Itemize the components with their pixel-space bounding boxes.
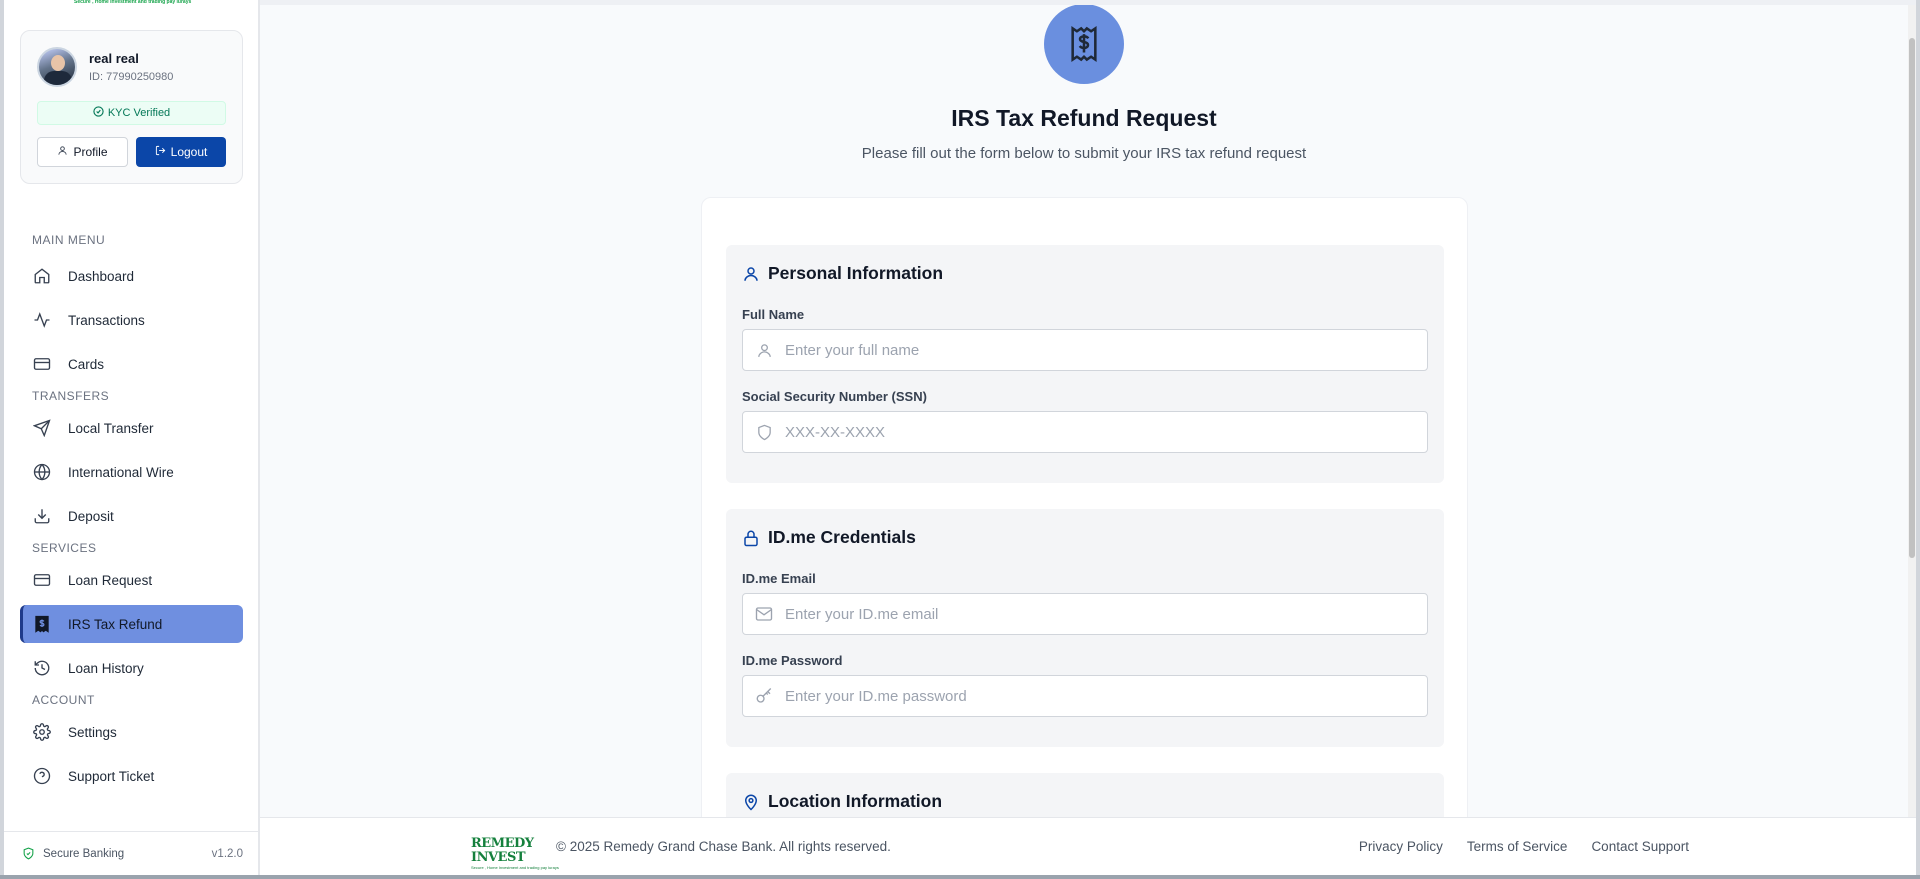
personal-info-title: Personal Information [742, 263, 943, 284]
idme-email-field[interactable] [742, 593, 1428, 635]
sidebar-item-label: Loan Request [68, 572, 153, 588]
full-name-field[interactable] [742, 329, 1428, 371]
map-pin-icon [742, 793, 760, 811]
kyc-label: KYC Verified [107, 107, 171, 119]
receipt-icon [1044, 5, 1124, 84]
user-card: real real ID: 77990250980 KYC Verified P… [20, 30, 243, 184]
footer-logo-word: REMEDY INVEST [471, 836, 534, 865]
idme-password-label: ID.me Password [742, 653, 843, 668]
personal-info-section: Personal Information Full Name Social Se… [726, 245, 1444, 483]
lock-icon [742, 529, 760, 547]
full-name-input[interactable] [785, 341, 1427, 359]
idme-email-label: ID.me Email [742, 571, 816, 586]
sidebar-item-dashboard[interactable]: Dashboard [20, 257, 243, 295]
idme-credentials-title: ID.me Credentials [742, 527, 916, 548]
credit-card-icon [32, 354, 52, 374]
sidebar-item-label: Settings [68, 724, 117, 740]
sidebar-item-label: Cards [68, 356, 105, 372]
user-icon [57, 145, 68, 159]
history-icon [32, 658, 52, 678]
sidebar-item-label: IRS Tax Refund [68, 616, 163, 632]
key-icon [755, 687, 773, 705]
page-title: IRS Tax Refund Request [951, 105, 1217, 131]
sidebar-item-label: Dashboard [68, 268, 135, 284]
sidebar-item-deposit[interactable]: Deposit [20, 497, 243, 535]
main-menu-heading: MAIN MENU [32, 233, 106, 247]
main-content: IRS Tax Refund Request Please fill out t… [260, 0, 1916, 817]
full-name-label: Full Name [742, 307, 805, 322]
location-info-title: Location Information [742, 791, 942, 812]
sidebar-item-support-ticket[interactable]: Support Ticket [20, 757, 243, 795]
globe-icon [32, 462, 52, 482]
footer-links: Privacy Policy Terms of Service Contact … [1359, 839, 1689, 854]
idme-password-field[interactable] [742, 675, 1428, 717]
sidebar-item-irs-tax-refund[interactable]: IRS Tax Refund [20, 605, 243, 643]
home-icon [32, 266, 52, 286]
contact-support-link[interactable]: Contact Support [1591, 839, 1689, 854]
ssn-label: Social Security Number (SSN) [742, 389, 927, 404]
user-name: real real [89, 51, 139, 66]
transfers-heading: TRANSFERS [32, 389, 110, 403]
refund-form: Personal Information Full Name Social Se… [701, 197, 1468, 817]
shield-icon [755, 423, 773, 441]
sidebar-item-label: Loan History [68, 660, 144, 676]
sidebar-item-local-transfer[interactable]: Local Transfer [20, 409, 243, 447]
brand-tagline: Secure , Home Investment and trading pay… [74, 0, 192, 5]
version-label: v1.2.0 [211, 847, 243, 860]
secure-banking-label: Secure Banking [43, 847, 125, 860]
sidebar-item-loan-history[interactable]: Loan History [20, 649, 243, 687]
mail-icon [755, 605, 773, 623]
user-id: ID: 77990250980 [89, 71, 174, 83]
sidebar: Secure , Home Investment and trading pay… [4, 0, 259, 875]
page-subtitle: Please fill out the form below to submit… [861, 145, 1307, 162]
page-footer: REMEDY INVEST Secure , Home Investment a… [260, 817, 1916, 875]
terms-of-service-link[interactable]: Terms of Service [1467, 839, 1568, 854]
footer-logo[interactable]: REMEDY INVEST Secure , Home Investment a… [471, 837, 559, 871]
sidebar-item-label: Transactions [68, 312, 145, 328]
sidebar-item-label: Deposit [68, 508, 114, 524]
download-icon [32, 506, 52, 526]
account-heading: ACCOUNT [32, 693, 95, 707]
services-heading: SERVICES [32, 541, 97, 555]
logout-label: Logout [170, 145, 208, 159]
brand-logo[interactable]: Secure , Home Investment and trading pay… [74, 0, 214, 5]
idme-email-input[interactable] [785, 605, 1427, 623]
help-circle-icon [32, 766, 52, 786]
shield-check-icon [22, 847, 35, 860]
gear-icon [32, 722, 52, 742]
scrollbar-thumb[interactable] [1909, 38, 1915, 558]
footer-logo-tagline: Secure , Home Investment and trading pay… [471, 865, 559, 870]
user-icon [742, 265, 760, 283]
avatar[interactable] [37, 47, 77, 87]
sidebar-footer: Secure Banking v1.2.0 [4, 831, 259, 875]
logout-button[interactable]: Logout [136, 137, 226, 167]
profile-label: Profile [73, 145, 108, 159]
ssn-field[interactable] [742, 411, 1428, 453]
receipt-icon [32, 614, 52, 634]
ssn-input[interactable] [785, 423, 1427, 441]
logout-icon [155, 145, 166, 159]
sidebar-item-settings[interactable]: Settings [20, 713, 243, 751]
window-right-edge [1916, 0, 1920, 875]
credit-card-icon [32, 570, 52, 590]
send-icon [32, 418, 52, 438]
check-circle-icon [93, 106, 104, 120]
sidebar-item-cards[interactable]: Cards [20, 345, 243, 383]
sidebar-item-label: International Wire [68, 464, 174, 480]
sidebar-item-international-wire[interactable]: International Wire [20, 453, 243, 491]
sidebar-item-loan-request[interactable]: Loan Request [20, 561, 243, 599]
copyright-text: © 2025 Remedy Grand Chase Bank. All righ… [556, 839, 891, 854]
idme-credentials-section: ID.me Credentials ID.me Email ID.me Pass… [726, 509, 1444, 747]
sidebar-item-transactions[interactable]: Transactions [20, 301, 243, 339]
taskbar-strip [0, 875, 1920, 879]
idme-password-input[interactable] [785, 687, 1427, 705]
location-info-section: Location Information [726, 773, 1444, 817]
activity-icon [32, 310, 52, 330]
privacy-policy-link[interactable]: Privacy Policy [1359, 839, 1443, 854]
kyc-badge: KYC Verified [37, 101, 226, 125]
profile-button[interactable]: Profile [37, 137, 128, 167]
user-icon [755, 341, 773, 359]
sidebar-item-label: Local Transfer [68, 420, 154, 436]
sidebar-item-label: Support Ticket [68, 768, 155, 784]
